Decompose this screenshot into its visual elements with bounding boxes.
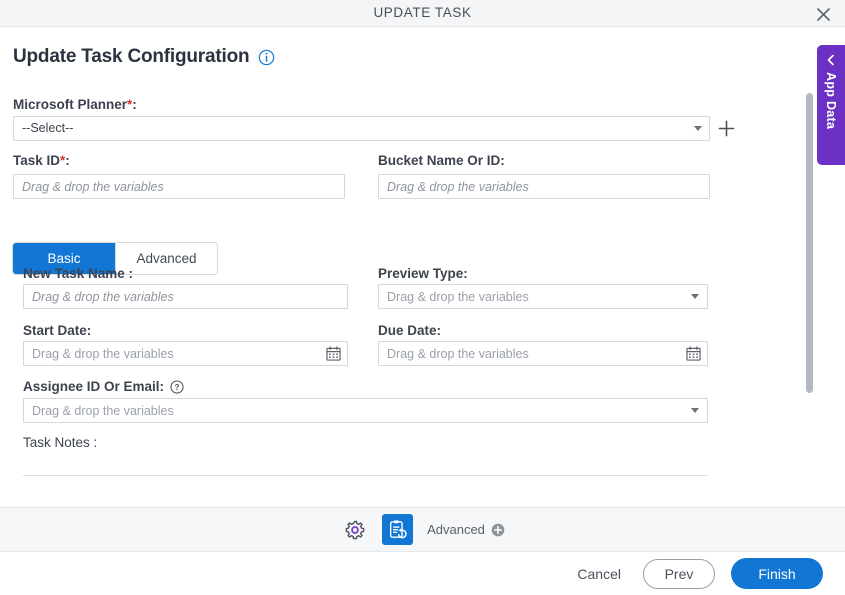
due-date-input[interactable] [378,341,708,366]
task-id-label-colon: : [65,153,70,168]
cancel-button[interactable]: Cancel [571,565,627,583]
start-date-label: Start Date: [23,323,92,338]
preview-type-dropdown-caret-icon[interactable] [691,294,699,299]
app-data-tab[interactable]: App Data [817,45,845,165]
gear-icon [345,520,365,539]
panel-scrollbar-track[interactable] [805,87,813,417]
plus-circle-icon[interactable] [491,523,505,537]
preview-type-select[interactable] [378,284,708,309]
page-title-row: Update Task Configuration [13,46,275,68]
planner-select[interactable]: --Select-- [13,116,710,141]
window-title: UPDATE TASK [373,5,472,20]
panel-scrollbar-thumb[interactable] [806,93,813,393]
app-data-label: App Data [824,72,838,130]
task-notes-label: Task Notes : [23,435,98,450]
advanced-label: Advanced [427,522,485,537]
planner-label: Microsoft Planner*: [13,97,137,112]
dialog-footer: Cancel Prev Finish [0,552,845,595]
start-date-calendar-button[interactable] [326,346,341,366]
settings-button[interactable] [340,515,370,545]
planner-label-text: Microsoft Planner [13,97,128,112]
close-button[interactable] [811,2,835,26]
bucket-input[interactable] [378,174,710,199]
bucket-label: Bucket Name Or ID: [378,153,505,168]
assignee-label: Assignee ID Or Email: [23,379,165,394]
svg-text:?: ? [175,382,180,391]
preview-type-label: Preview Type: [378,266,468,281]
planner-label-colon: : [132,97,137,112]
task-config-icon [390,520,407,539]
calendar-icon [686,346,701,361]
due-date-calendar-button[interactable] [686,346,701,366]
finish-button[interactable]: Finish [731,558,823,589]
assignee-label-row: Assignee ID Or Email: ? [23,379,184,394]
task-notes-input[interactable] [23,454,708,476]
new-task-name-label: New Task Name : [23,266,134,281]
new-task-name-input[interactable] [23,284,348,309]
close-icon [816,7,830,21]
task-id-input[interactable] [13,174,345,199]
task-id-label-text: Task ID [13,153,61,168]
advanced-toggle[interactable]: Advanced [427,522,505,537]
planner-dropdown-caret-icon[interactable] [694,126,702,131]
due-date-label: Due Date: [378,323,442,338]
calendar-icon [326,346,341,361]
help-icon[interactable]: ? [170,379,184,394]
assignee-dropdown-caret-icon[interactable] [691,408,699,413]
plus-icon [718,120,735,137]
window-titlebar: UPDATE TASK [0,0,845,27]
action-toolbar: Advanced [0,507,845,552]
planner-selected-value: --Select-- [22,121,74,135]
task-id-label: Task ID*: [13,153,70,168]
task-configuration-button[interactable] [382,514,414,545]
configuration-panel: Update Task Configuration Microsoft Plan… [0,27,845,507]
page-title: Update Task Configuration [13,46,250,67]
add-planner-button[interactable] [718,120,735,142]
info-icon[interactable] [258,49,275,66]
start-date-input[interactable] [23,341,348,366]
chevron-left-icon [827,54,834,66]
prev-button[interactable]: Prev [643,558,715,589]
assignee-input[interactable] [23,398,708,423]
